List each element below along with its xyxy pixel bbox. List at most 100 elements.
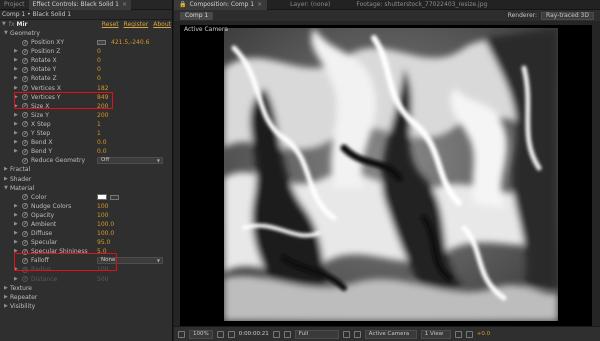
stopwatch-icon[interactable] — [22, 239, 28, 246]
stopwatch-icon[interactable] — [22, 148, 28, 155]
twirl-down-icon[interactable]: ▼ — [4, 184, 8, 193]
property-value[interactable]: 100.0 — [97, 220, 114, 229]
stopwatch-icon[interactable] — [22, 194, 28, 201]
twirl-right-icon[interactable]: ▶ — [14, 47, 18, 56]
stopwatch-icon[interactable] — [22, 157, 28, 164]
twirl-down-icon[interactable]: ▼ — [4, 29, 8, 38]
transparency-grid-icon[interactable] — [353, 330, 361, 338]
tab-footage[interactable]: Footage: shutterstock_77022403_resize.jp… — [351, 0, 492, 10]
property-value[interactable]: 0.0 — [97, 138, 107, 147]
zoom-select[interactable]: 100% — [189, 329, 213, 339]
reset-exposure-icon[interactable] — [465, 330, 473, 338]
twirl-right-icon[interactable]: ▶ — [14, 147, 18, 156]
register-link[interactable]: Register — [124, 20, 149, 29]
property-label: Repeater — [10, 293, 38, 301]
twirl-right-icon[interactable]: ▶ — [14, 56, 18, 65]
twirl-right-icon[interactable]: ▶ — [14, 238, 18, 247]
about-link[interactable]: About — [153, 20, 171, 29]
property-value[interactable]: 500 — [97, 275, 108, 284]
close-icon[interactable]: × — [257, 1, 262, 8]
viewer-footer-toolbar: 100% 0:00:00:21 Full Active Camera 1 Vie… — [174, 326, 600, 341]
twirl-right-icon[interactable]: ▶ — [4, 284, 8, 293]
stopwatch-icon[interactable] — [22, 48, 28, 55]
twirl-right-icon[interactable]: ▶ — [14, 229, 18, 238]
property-row: ▶ Opacity 100 — [0, 211, 172, 220]
stopwatch-icon[interactable] — [22, 212, 28, 219]
magnifier-icon[interactable] — [178, 330, 185, 338]
property-value[interactable]: 0.0 — [97, 147, 107, 156]
twirl-right-icon[interactable]: ▶ — [14, 138, 18, 147]
stopwatch-icon[interactable] — [22, 66, 28, 73]
twirl-down-icon[interactable]: ▼ — [2, 20, 6, 29]
property-value[interactable]: 0 — [97, 65, 101, 74]
tab-effect-controls[interactable]: Effect Controls: Black Solid 1 × — [28, 0, 131, 10]
property-value[interactable]: 200 — [97, 111, 108, 120]
stopwatch-icon[interactable] — [22, 276, 28, 283]
eyedropper-icon[interactable] — [110, 194, 119, 200]
property-value[interactable]: 100.0 — [97, 229, 114, 238]
view-layout-select[interactable]: 1 View — [420, 329, 451, 339]
camera-icon[interactable] — [272, 330, 280, 338]
tab-layer[interactable]: Layer: (none) — [285, 0, 335, 10]
color-swatch[interactable] — [97, 194, 107, 201]
stopwatch-icon[interactable] — [22, 39, 28, 46]
twirl-right-icon[interactable]: ▶ — [4, 175, 8, 184]
property-label: Color — [31, 193, 47, 201]
exposure-value[interactable]: +0.0 — [477, 331, 490, 337]
snapshot-icon[interactable] — [227, 330, 235, 338]
property-label: Fractal — [10, 166, 31, 174]
property-value[interactable]: 1 — [97, 120, 101, 129]
stopwatch-icon[interactable] — [22, 130, 28, 137]
twirl-right-icon[interactable]: ▶ — [14, 74, 18, 83]
twirl-right-icon[interactable]: ▶ — [4, 165, 8, 174]
stopwatch-icon[interactable] — [22, 121, 28, 128]
property-value[interactable]: 95.0 — [97, 238, 110, 247]
twirl-right-icon[interactable]: ▶ — [14, 129, 18, 138]
property-value[interactable]: 0 — [97, 74, 101, 83]
left-panel-tabs: Project Effect Controls: Black Solid 1 × — [0, 0, 172, 10]
property-row: ▶ Position Z 0 — [0, 47, 172, 56]
twirl-right-icon[interactable]: ▶ — [14, 275, 18, 284]
fx-icon[interactable]: fx — [9, 20, 15, 29]
property-value[interactable]: 100 — [97, 211, 108, 220]
property-dropdown[interactable]: Off ▼ — [97, 157, 163, 165]
twirl-right-icon[interactable]: ▶ — [14, 220, 18, 229]
twirl-right-icon[interactable]: ▶ — [14, 202, 18, 211]
camera-view-select[interactable]: Active Camera — [364, 329, 417, 339]
tab-project[interactable]: Project — [0, 0, 29, 10]
resolution-select[interactable]: Full — [294, 329, 339, 339]
region-of-interest-icon[interactable] — [342, 330, 350, 338]
stopwatch-icon[interactable] — [22, 112, 28, 119]
renderer-button[interactable]: Ray-traced 3D — [541, 11, 594, 20]
property-value[interactable]: 0 — [97, 47, 101, 56]
crosshair-icon[interactable] — [97, 40, 106, 46]
lock-icon[interactable]: 🔒 — [179, 1, 186, 8]
tab-composition[interactable]: 🔒 Composition: Comp 1 × — [174, 0, 268, 10]
stopwatch-icon[interactable] — [22, 85, 28, 92]
stopwatch-icon[interactable] — [22, 203, 28, 210]
close-icon[interactable]: × — [122, 1, 127, 8]
property-value[interactable]: 421.5,-240.6 — [111, 38, 149, 47]
reset-link[interactable]: Reset — [102, 20, 119, 29]
stopwatch-icon[interactable] — [22, 139, 28, 146]
pixel-aspect-icon[interactable] — [454, 330, 462, 338]
current-time-display[interactable]: 0:00:00:21 — [239, 331, 269, 337]
comp-breadcrumb-button[interactable]: Comp 1 — [180, 11, 214, 20]
stopwatch-icon[interactable] — [22, 75, 28, 82]
twirl-right-icon[interactable]: ▶ — [14, 65, 18, 74]
twirl-right-icon[interactable]: ▶ — [14, 111, 18, 120]
property-value[interactable]: 100 — [97, 202, 108, 211]
twirl-right-icon[interactable]: ▶ — [4, 302, 8, 311]
property-value[interactable]: 0 — [97, 56, 101, 65]
property-value[interactable]: 1 — [97, 129, 101, 138]
property-row: ▶ Shader — [0, 175, 172, 184]
stopwatch-icon[interactable] — [22, 221, 28, 228]
twirl-right-icon[interactable]: ▶ — [14, 120, 18, 129]
stopwatch-icon[interactable] — [22, 57, 28, 64]
color-channels-icon[interactable] — [283, 330, 291, 338]
stopwatch-icon[interactable] — [22, 230, 28, 237]
twirl-right-icon[interactable]: ▶ — [4, 293, 8, 302]
composition-viewer[interactable]: Active Camera — [180, 25, 592, 326]
twirl-right-icon[interactable]: ▶ — [14, 211, 18, 220]
safe-margins-icon[interactable] — [216, 330, 224, 338]
